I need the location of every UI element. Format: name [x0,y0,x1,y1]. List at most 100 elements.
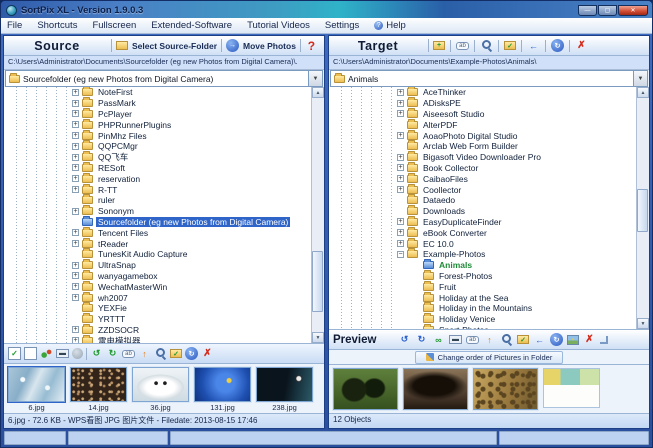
delete-icon[interactable]: ✗ [583,333,596,346]
title-bar[interactable]: SortPix XL - Version 1.9.0.3 — ▢ ✕ [1,1,652,18]
expander-icon[interactable]: + [397,88,404,96]
move-photos-button[interactable]: → Move Photos [226,39,296,52]
tree-item[interactable]: + Book Collector [329,161,649,174]
tree-item[interactable]: + Coollector [329,183,649,195]
chevron-down-icon[interactable]: ▼ [308,71,322,86]
expander-icon[interactable]: + [397,218,404,226]
thumbnail[interactable]: 14.jpg [70,367,127,412]
tree-item[interactable]: + UltraSnap [4,259,324,271]
expander-icon[interactable]: + [397,164,404,172]
tree-item[interactable]: + WechatMasterWin [4,280,324,292]
expander-icon[interactable]: + [397,240,404,248]
scroll-up-icon[interactable]: ▲ [312,87,324,98]
separator[interactable] [521,39,522,52]
expander-icon[interactable]: + [397,153,404,161]
upload-icon[interactable]: ↑ [138,347,151,360]
tree-item[interactable]: + PHPRunnerPlugins [4,118,324,130]
tree-item[interactable]: + QQPCMgr [4,140,324,152]
refresh-icon[interactable]: ↻ [185,347,198,360]
tree-item[interactable]: + Aiseesoft Studio [329,107,649,120]
separator[interactable] [450,39,451,52]
tree-item[interactable]: + ADisksPE [329,97,649,109]
separator[interactable] [569,39,570,52]
separator[interactable] [474,39,475,52]
tree-item[interactable]: Animals [329,259,649,271]
expander-icon[interactable]: + [397,110,404,118]
tree-item[interactable]: Arclab Web Form Builder [329,140,649,152]
separator[interactable] [86,347,87,360]
scroll-down-icon[interactable]: ▼ [637,318,649,329]
tree-item[interactable]: Forest-Photos [329,269,649,282]
tree-item[interactable]: − Example-Photos [329,248,649,260]
refresh-icon[interactable]: ↻ [551,39,564,52]
expander-icon[interactable]: + [72,153,79,161]
tree-item[interactable]: + EC 10.0 [329,237,649,249]
tree-item[interactable]: + ZZDSOCR [4,323,324,336]
back-arrow-icon[interactable]: ← [533,333,546,346]
tree-item[interactable]: ruler [4,194,324,206]
thumbnail-image[interactable] [132,367,189,402]
expander-icon[interactable]: + [72,283,79,291]
expander-icon[interactable]: + [72,294,79,302]
tree-item[interactable]: + wanyagamebox [4,269,324,282]
expander-icon[interactable]: + [72,110,79,118]
tree-item[interactable]: Holiday in the Mountains [329,302,649,314]
tree-item[interactable]: + reservation [4,172,324,184]
tree-item[interactable]: + wh2007 [4,291,324,303]
source-tree-scrollbar[interactable]: ▲ ▼ [311,87,324,343]
expander-icon[interactable]: + [72,186,79,194]
tree-item[interactable]: YRTTT [4,313,324,325]
tree-item[interactable]: YEXFie [4,302,324,314]
rename-icon[interactable]: ab [456,41,469,50]
filter-options-icon[interactable] [40,347,53,360]
slideshow-icon[interactable]: ▬ [56,349,69,358]
expander-icon[interactable]: + [72,132,79,140]
tree-item[interactable]: + tReader [4,237,324,249]
rotate-left-icon[interactable]: ↺ [90,347,103,360]
tree-item[interactable]: + CaibaoFiles [329,172,649,184]
expander-icon[interactable]: + [72,240,79,248]
tree-item[interactable]: + Bigasoft Video Downloader Pro [329,151,649,163]
tree-item[interactable]: + Tencent Files [4,226,324,238]
select-all-checkbox-icon[interactable]: ✓ [8,347,21,360]
menu-item[interactable]: Fullscreen [92,20,136,31]
separator[interactable] [498,39,499,52]
menu-item[interactable]: Shortcuts [37,20,77,31]
expander-icon[interactable]: + [72,164,79,172]
new-folder-icon[interactable]: + [433,41,445,50]
thumbnail-image[interactable] [70,367,127,402]
scrollbar-thumb[interactable] [312,250,323,313]
expander-icon[interactable]: − [397,250,404,258]
expander-icon[interactable]: + [397,99,404,107]
tree-item[interactable]: + NoteFirst [4,87,324,98]
tree-item[interactable]: + eBook Converter [329,226,649,238]
expander-icon[interactable]: + [72,121,79,129]
tree-item[interactable]: + PcPlayer [4,107,324,120]
tree-item[interactable]: AlterPDF [329,118,649,130]
rotate-right-icon[interactable]: ↻ [415,333,428,346]
expander-icon[interactable]: + [72,88,79,96]
tree-item[interactable]: TunesKit Audio Capture [4,248,324,260]
tree-item[interactable]: Downloads [329,205,649,217]
thumbnail-image[interactable] [256,367,313,402]
binoculars-icon[interactable]: ∞ [432,333,445,346]
tree-item[interactable]: Holiday at the Sea [329,291,649,303]
menu-item[interactable]: File [7,20,22,31]
tree-item[interactable]: + EasyDuplicateFinder [329,215,649,228]
slideshow-icon[interactable]: ▬ [449,335,462,344]
open-folder-icon[interactable]: ✓ [504,41,516,50]
thumbnail-image[interactable] [473,368,538,410]
tree-item[interactable]: + AceThinker [329,87,649,98]
rename-icon[interactable]: ab [122,349,135,358]
source-folder-combobox[interactable]: Sourcefolder (eg new Photos from Digital… [5,70,323,87]
back-arrow-icon[interactable]: ← [527,39,540,52]
resize-corner-icon[interactable] [600,335,608,344]
rotate-left-icon[interactable]: ↺ [398,333,411,346]
tree-item[interactable]: + RESoft [4,161,324,174]
menu-item[interactable]: Tutorial Videos [247,20,310,31]
expander-icon[interactable]: + [397,175,404,183]
thumbnail[interactable]: 36.jpg [132,367,189,412]
tree-item[interactable]: Sport-Photos [329,323,649,329]
tree-item[interactable]: + PinMhz Files [4,129,324,141]
tree-item[interactable]: + 雷电模拟器 [4,334,324,343]
